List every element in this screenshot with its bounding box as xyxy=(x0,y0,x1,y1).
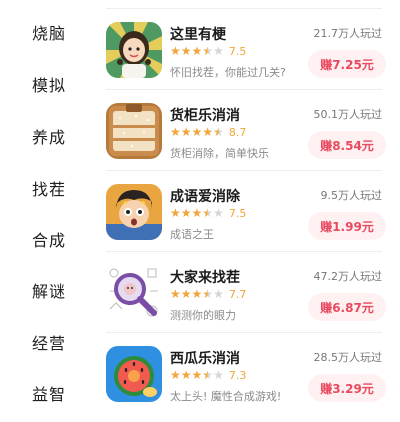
category-item[interactable]: 养成 xyxy=(32,124,66,148)
rating-stars: ★ ★ ★ ★ ★ 7.3 xyxy=(170,368,247,382)
star-icon: ★ xyxy=(191,287,203,301)
surprised-boy-icon[interactable]: ✦ ✦ xyxy=(106,184,162,240)
category-item[interactable]: 解谜 xyxy=(32,278,66,302)
game-title: 大家来找茬 xyxy=(170,270,240,286)
svg-text:✦: ✦ xyxy=(140,199,147,208)
half-star-icon: ★ xyxy=(202,287,214,301)
row-divider xyxy=(106,170,382,171)
star-icon: ★ xyxy=(170,368,181,382)
earn-button[interactable]: 赚1.99元 xyxy=(308,212,386,240)
rating-score: 7.3 xyxy=(228,368,247,382)
category-item[interactable]: 经营 xyxy=(32,330,66,354)
game-title: 这里有梗 xyxy=(170,27,226,43)
magnifier-doodle-icon[interactable] xyxy=(106,265,162,321)
star-icon: ★ xyxy=(180,368,192,382)
row-divider xyxy=(106,251,382,252)
game-description: 测测你的眼力 xyxy=(170,309,236,322)
star-icon: ★ xyxy=(213,287,224,301)
earn-button[interactable]: 赚7.25元 xyxy=(308,50,386,78)
half-star-icon: ★ xyxy=(213,125,224,139)
star-icon: ★ xyxy=(170,287,181,301)
rating-stars: ★ ★ ★ ★ ★ 7.7 xyxy=(170,287,247,301)
rating-score: 7.5 xyxy=(228,44,247,58)
row-divider xyxy=(106,8,382,9)
star-icon: ★ xyxy=(202,125,214,139)
played-count: 9.5万人玩过 xyxy=(320,189,383,202)
star-icon: ★ xyxy=(213,368,224,382)
game-description: 货柜消除，简单快乐 xyxy=(170,147,269,160)
category-item[interactable]: 模拟 xyxy=(32,72,66,96)
game-title: 货柜乐消消 xyxy=(170,108,240,124)
star-icon: ★ xyxy=(170,125,181,139)
star-icon: ★ xyxy=(180,206,192,220)
game-row[interactable]: 货柜乐消消 ★ ★ ★ ★ ★ 8.7 货柜消除，简单快乐 50.1万人玩过 赚… xyxy=(92,89,400,179)
star-icon: ★ xyxy=(180,287,192,301)
star-icon: ★ xyxy=(191,44,203,58)
watermelon-icon[interactable] xyxy=(106,346,162,402)
game-description: 成语之王 xyxy=(170,228,214,241)
played-count: 21.7万人玩过 xyxy=(313,27,383,40)
game-row[interactable]: 西瓜乐消消 ★ ★ ★ ★ ★ 7.3 太上头! 魔性合成游戏! 28.5万人玩… xyxy=(92,332,400,422)
star-icon: ★ xyxy=(191,368,203,382)
rating-score: 7.7 xyxy=(228,287,247,301)
row-divider xyxy=(106,89,382,90)
star-icon: ★ xyxy=(191,206,203,220)
played-count: 47.2万人玩过 xyxy=(313,270,383,283)
game-row[interactable]: 大家来找茬 ★ ★ ★ ★ ★ 7.7 测测你的眼力 47.2万人玩过 赚6.8… xyxy=(92,251,400,341)
game-row[interactable]: 这里有梗 ★ ★ ★ ★ ★ 7.5 怀旧找茬，你能过几关? 21.7万人玩过 … xyxy=(92,8,400,98)
star-icon: ★ xyxy=(213,206,224,220)
played-count: 50.1万人玩过 xyxy=(313,108,383,121)
played-count: 28.5万人玩过 xyxy=(313,351,383,364)
game-description: 怀旧找茬，你能过几关? xyxy=(170,66,286,79)
half-star-icon: ★ xyxy=(202,368,214,382)
category-item[interactable]: 益智 xyxy=(32,381,66,405)
category-sidebar: 烧脑 模拟 养成 找茬 合成 解谜 经营 益智 xyxy=(0,0,92,404)
rating-stars: ★ ★ ★ ★ ★ 8.7 xyxy=(170,125,247,139)
svg-text:✦: ✦ xyxy=(122,199,129,208)
earn-button[interactable]: 赚3.29元 xyxy=(308,374,386,402)
game-row[interactable]: ✦ ✦ 成语爱消除 ★ ★ ★ ★ ★ 7.5 成语之王 9.5万人玩过 赚1.… xyxy=(92,170,400,260)
category-item[interactable]: 找茬 xyxy=(32,176,66,200)
star-icon: ★ xyxy=(170,206,181,220)
row-divider xyxy=(106,332,382,333)
girl-portrait-icon[interactable] xyxy=(106,22,162,78)
star-icon: ★ xyxy=(170,44,181,58)
game-description: 太上头! 魔性合成游戏! xyxy=(170,390,282,403)
rating-stars: ★ ★ ★ ★ ★ 7.5 xyxy=(170,44,247,58)
rating-score: 8.7 xyxy=(228,125,247,139)
category-item[interactable]: 烧脑 xyxy=(32,20,66,44)
rating-score: 7.5 xyxy=(228,206,247,220)
earn-button[interactable]: 赚8.54元 xyxy=(308,131,386,159)
earn-button[interactable]: 赚6.87元 xyxy=(308,293,386,321)
half-star-icon: ★ xyxy=(202,206,214,220)
game-list: 这里有梗 ★ ★ ★ ★ ★ 7.5 怀旧找茬，你能过几关? 21.7万人玩过 … xyxy=(92,0,400,403)
category-item[interactable]: 合成 xyxy=(32,227,66,251)
star-icon: ★ xyxy=(180,125,192,139)
game-title: 西瓜乐消消 xyxy=(170,351,240,367)
wooden-shelf-icon[interactable] xyxy=(106,103,162,159)
star-icon: ★ xyxy=(213,44,224,58)
half-star-icon: ★ xyxy=(202,44,214,58)
star-icon: ★ xyxy=(191,125,203,139)
star-icon: ★ xyxy=(180,44,192,58)
game-title: 成语爱消除 xyxy=(170,189,240,205)
rating-stars: ★ ★ ★ ★ ★ 7.5 xyxy=(170,206,247,220)
